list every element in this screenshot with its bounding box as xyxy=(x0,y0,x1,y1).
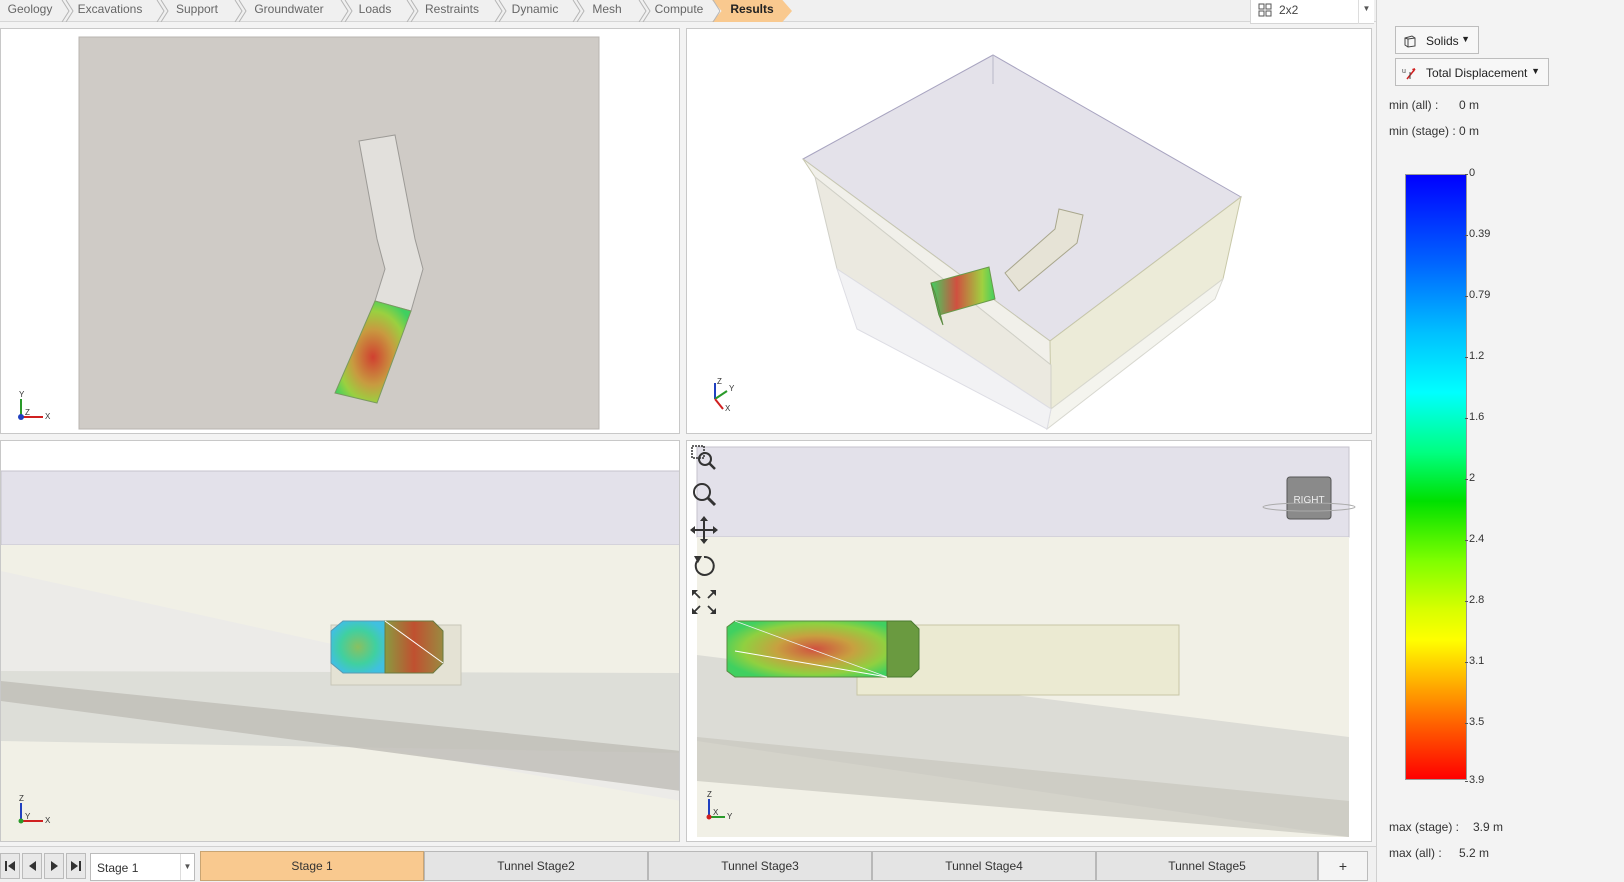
axis-label: X xyxy=(725,404,731,413)
view-navigation-tools xyxy=(690,444,720,620)
min-stage-stat: min (stage) :0 m xyxy=(1389,124,1480,138)
legend-tick: 2 xyxy=(1464,472,1476,484)
next-stage-button[interactable] xyxy=(44,853,64,879)
view-cube-label: RIGHT xyxy=(1293,495,1324,506)
viewport-top-left[interactable]: Y Z X xyxy=(0,28,680,434)
chevron-down-icon: ▼ xyxy=(1531,66,1540,76)
layout-value: 2x2 xyxy=(1279,3,1299,17)
section-view-scene xyxy=(1,470,679,841)
axis-triad: Z X Y xyxy=(701,787,737,823)
viewport-top-right[interactable]: Z Y X xyxy=(686,28,1372,434)
axis-label: Z xyxy=(717,377,722,386)
chevron-down-icon: ▼ xyxy=(1461,34,1470,44)
stage-tab-5[interactable]: Tunnel Stage5 xyxy=(1096,851,1318,881)
axis-label: Z xyxy=(25,408,30,417)
zoom-window-icon[interactable] xyxy=(690,444,720,474)
legend-tick: 1.6 xyxy=(1464,411,1485,423)
viewport-bottom-left[interactable]: Z Y X xyxy=(0,440,680,842)
axis-label: Z xyxy=(19,794,24,803)
last-stage-button[interactable] xyxy=(66,853,86,879)
axis-label: X xyxy=(45,412,51,421)
svg-text:u: u xyxy=(1402,68,1406,75)
legend-tick: 0.39 xyxy=(1464,228,1491,240)
legend-tick: 0.79 xyxy=(1464,289,1491,301)
min-all-stat: min (all) :0 m xyxy=(1389,98,1480,112)
plan-view-scene xyxy=(78,36,600,430)
legend-tick: 2.8 xyxy=(1464,594,1485,606)
layout-select[interactable]: 2x2 ▼ xyxy=(1250,0,1374,24)
legend-tick: 3.1 xyxy=(1464,655,1485,667)
color-legend-bar xyxy=(1405,174,1467,780)
axis-label: X xyxy=(713,808,719,817)
pan-icon[interactable] xyxy=(690,516,720,546)
stage-select-value: Stage 1 xyxy=(97,861,139,875)
grid-layout-icon xyxy=(1258,3,1272,17)
render-mode-dropdown[interactable]: Solids ▼ xyxy=(1395,26,1479,54)
isometric-view-scene xyxy=(802,54,1242,431)
max-stage-stat: max (stage) :3.9 m xyxy=(1389,820,1504,834)
solid-cube-icon xyxy=(1404,35,1416,48)
stage-select[interactable]: Stage 1 ▼ xyxy=(90,853,195,881)
displacement-icon: u xyxy=(1402,68,1416,80)
side-view-scene: RIGHT xyxy=(696,446,1356,837)
axis-triad: Y Z X xyxy=(15,387,51,423)
prev-stage-button[interactable] xyxy=(22,853,42,879)
zoom-icon[interactable] xyxy=(690,480,720,510)
stage-tab-2[interactable]: Tunnel Stage2 xyxy=(424,851,648,881)
axis-label: Z xyxy=(707,790,712,799)
legend-tick: 2.4 xyxy=(1464,533,1485,545)
chevron-down-icon[interactable]: ▼ xyxy=(180,854,194,880)
axis-label: Y xyxy=(729,384,735,393)
legend-tick: 0 xyxy=(1464,167,1476,179)
add-stage-button[interactable]: + xyxy=(1318,851,1368,881)
app-window: Geology Excavations Support Groundwater … xyxy=(0,0,1624,882)
fit-extents-icon[interactable] xyxy=(690,588,720,618)
axis-label: X xyxy=(45,816,51,825)
legend-tick: 3.9 xyxy=(1464,774,1485,786)
axis-label: Y xyxy=(25,812,31,821)
legend-tick: 3.5 xyxy=(1464,716,1485,728)
first-stage-button[interactable] xyxy=(0,853,20,879)
tab-results[interactable]: Results xyxy=(712,0,792,22)
viewport-bottom-right[interactable]: RIGHT Z X Y xyxy=(686,440,1372,842)
axis-label: Y xyxy=(19,390,25,399)
axis-triad: Z Y X xyxy=(15,791,51,827)
rotate-icon[interactable] xyxy=(690,552,720,582)
workflow-bar: Geology Excavations Support Groundwater … xyxy=(0,0,1380,24)
stage-tab-3[interactable]: Tunnel Stage3 xyxy=(648,851,872,881)
chevron-down-icon[interactable]: ▼ xyxy=(1358,0,1374,24)
stage-bar: Stage 1 ▼ Stage 1 Tunnel Stage2 Tunnel S… xyxy=(0,846,1380,882)
axis-label: Y xyxy=(727,812,733,821)
max-all-stat: max (all) :5.2 m xyxy=(1389,846,1490,860)
axis-triad: Z Y X xyxy=(703,377,739,413)
legend-tick: 1.2 xyxy=(1464,350,1485,362)
results-panel: Solids ▼ u Total Displacement ▼ min (all… xyxy=(1376,0,1624,882)
result-type-dropdown[interactable]: u Total Displacement ▼ xyxy=(1395,58,1549,86)
stage-tab-1[interactable]: Stage 1 xyxy=(200,851,424,881)
stage-tab-4[interactable]: Tunnel Stage4 xyxy=(872,851,1096,881)
